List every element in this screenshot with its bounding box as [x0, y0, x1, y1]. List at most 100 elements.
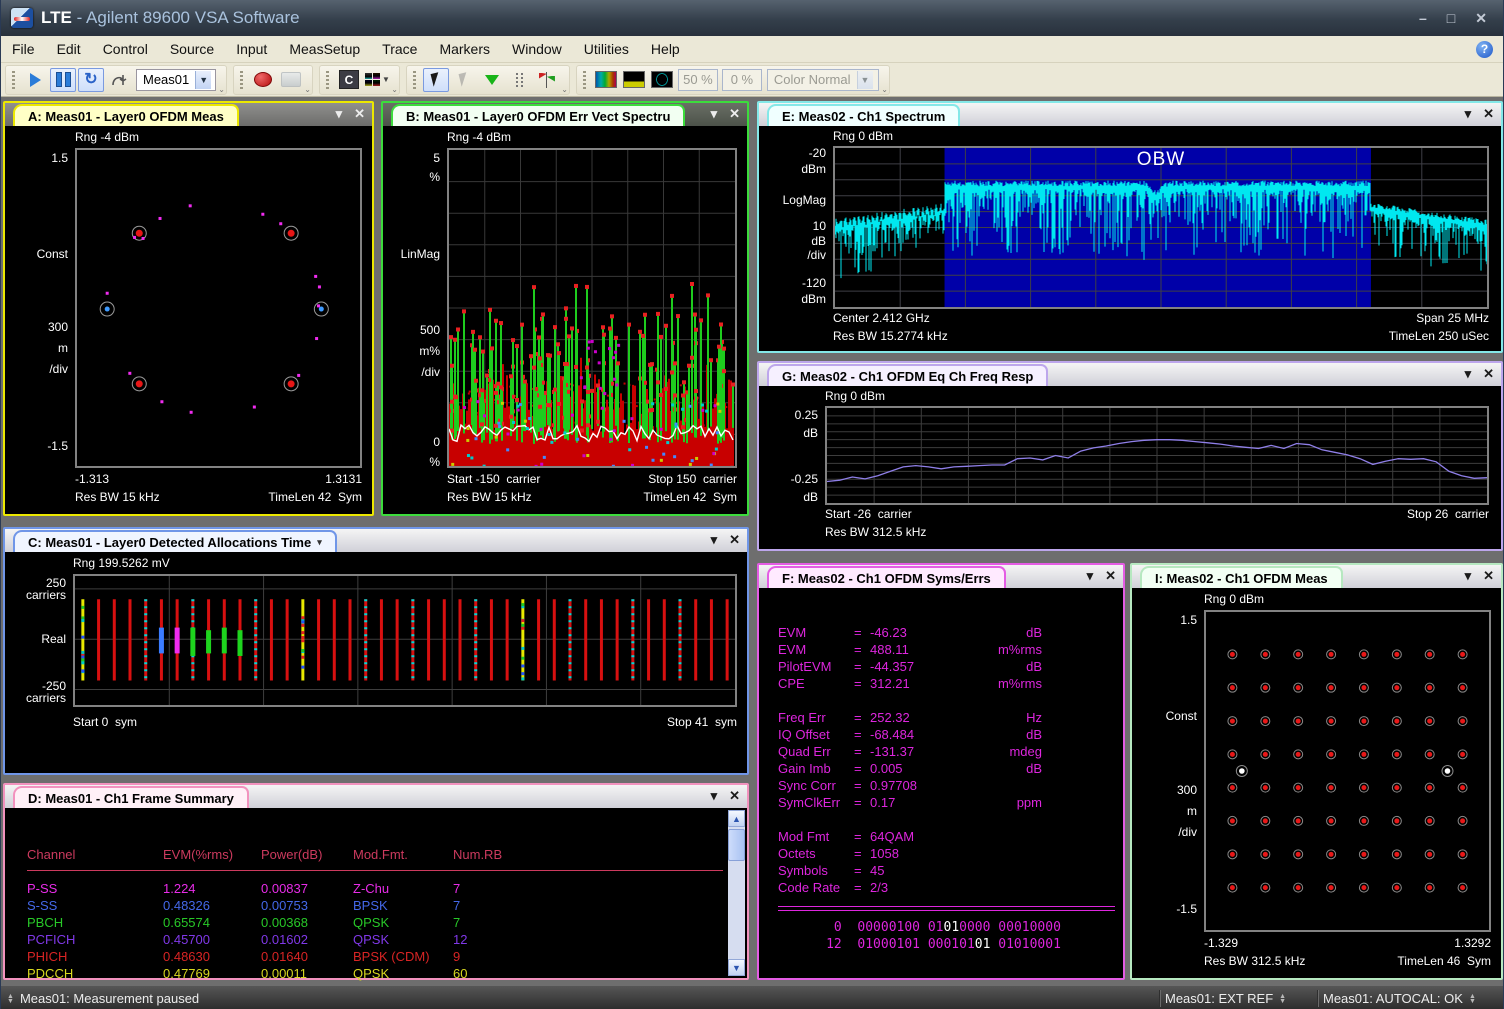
- zoom-percent-field[interactable]: 50 %: [678, 69, 718, 91]
- menu-item-utilities[interactable]: Utilities: [573, 38, 640, 60]
- marker-button[interactable]: [479, 68, 505, 92]
- group-overflow-icon[interactable]: ⌄: [391, 85, 398, 94]
- menu-item-input[interactable]: Input: [225, 38, 278, 60]
- panel-close-icon[interactable]: ✕: [729, 788, 740, 804]
- group-grip-icon[interactable]: [326, 71, 329, 89]
- marker-to-peak-button[interactable]: [451, 68, 477, 92]
- status-spinner-icon[interactable]: ▲▼: [1469, 994, 1476, 1004]
- readout-unit: dB: [980, 761, 1042, 776]
- spectrum-display-button[interactable]: [621, 68, 647, 92]
- color-mode-select[interactable]: Color Normal ▼: [767, 69, 879, 91]
- panel-a-tab[interactable]: A: Meas01 - Layer0 OFDM Meas: [13, 104, 239, 126]
- group-overflow-icon[interactable]: ⌄: [881, 85, 888, 94]
- measurement-select[interactable]: Meas01 ▼: [136, 69, 216, 91]
- table-row[interactable]: PBCH0.655740.00368QPSK7: [27, 914, 723, 931]
- y-axis-labels: 1.5Const300m/div-1.5: [1132, 610, 1204, 932]
- table-cell: 7: [453, 898, 723, 913]
- y-axis-labels: 1.5Const300m/div-1.5: [5, 148, 75, 468]
- panel-close-icon[interactable]: ✕: [729, 532, 740, 548]
- panel-menu-icon[interactable]: ▾: [711, 788, 718, 804]
- panel-close-icon[interactable]: ✕: [1483, 106, 1494, 122]
- panel-menu-icon[interactable]: ▾: [711, 532, 718, 548]
- app-icon: [11, 8, 33, 28]
- constellation-plot-i[interactable]: [1204, 610, 1491, 932]
- record-button[interactable]: [250, 68, 276, 92]
- pointer-button[interactable]: [423, 68, 449, 92]
- display-capture-button[interactable]: [278, 68, 304, 92]
- trace-layout-icon: [365, 73, 380, 86]
- panel-close-icon[interactable]: ✕: [1105, 568, 1116, 584]
- allocations-plot[interactable]: [73, 574, 737, 707]
- plot-footer: Start 0 symStop 41 sym: [73, 715, 737, 733]
- menu-item-markers[interactable]: Markers: [428, 38, 501, 60]
- group-overflow-icon[interactable]: ⌄: [561, 85, 568, 94]
- group-grip-icon[interactable]: [12, 71, 15, 89]
- coupled-marker-button[interactable]: [535, 68, 561, 92]
- panel-menu-icon[interactable]: ▾: [1087, 568, 1094, 584]
- panel-close-icon[interactable]: ✕: [729, 106, 740, 122]
- menu-item-file[interactable]: File: [1, 38, 46, 60]
- maximize-icon[interactable]: □: [1447, 11, 1455, 25]
- group-grip-icon[interactable]: [240, 71, 243, 89]
- correction-button[interactable]: C: [336, 68, 362, 92]
- panel-menu-icon[interactable]: ▾: [1465, 366, 1472, 382]
- status-spinner-icon[interactable]: ▲▼: [1279, 994, 1286, 1004]
- menu-item-help[interactable]: Help: [640, 38, 691, 60]
- eye-diagram-button[interactable]: [649, 68, 675, 92]
- panel-close-icon[interactable]: ✕: [1483, 366, 1494, 382]
- divider: [778, 906, 1115, 911]
- panel-d-tab[interactable]: D: Meas01 - Ch1 Frame Summary: [13, 786, 249, 808]
- table-row[interactable]: PDCCH0.477690.00011QPSK60: [27, 965, 723, 982]
- close-icon[interactable]: ✕: [1475, 11, 1487, 25]
- panel-b-tab[interactable]: B: Meas01 - Layer0 OFDM Err Vect Spectru: [391, 104, 685, 126]
- panel-c-tab[interactable]: C: Meas01 - Layer0 Detected Allocations …: [13, 530, 337, 552]
- table-row[interactable]: PCFICH0.457000.01602QPSK12: [27, 931, 723, 948]
- plot-footer: -1.3131.3131 Res BW 15 kHzTimeLen 42 Sym: [75, 472, 362, 510]
- panel-g-tab[interactable]: G: Meas02 - Ch1 OFDM Eq Ch Freq Resp: [767, 364, 1048, 386]
- single-sweep-button[interactable]: [106, 68, 132, 92]
- group-overflow-icon[interactable]: ⌄: [218, 85, 225, 94]
- panel-menu-icon[interactable]: ▾: [1465, 106, 1472, 122]
- band-marker-button[interactable]: [507, 68, 533, 92]
- table-row[interactable]: S-SS0.483260.00753BPSK7: [27, 897, 723, 914]
- scroll-thumb[interactable]: [728, 829, 745, 861]
- tab-dropdown-icon[interactable]: ▾: [317, 537, 322, 548]
- panel-menu-icon[interactable]: ▾: [711, 106, 718, 122]
- restart-button[interactable]: ↻: [78, 68, 104, 92]
- help-icon[interactable]: ?: [1476, 41, 1493, 58]
- error-vector-spectrum-plot[interactable]: [447, 148, 737, 468]
- constellation-plot-a[interactable]: [75, 148, 362, 468]
- menu-item-control[interactable]: Control: [92, 38, 159, 60]
- table-row[interactable]: PHICH0.486300.01640BPSK (CDM)9: [27, 948, 723, 965]
- pause-button[interactable]: [50, 68, 76, 92]
- panel-i-tab[interactable]: I: Meas02 - Ch1 OFDM Meas: [1140, 566, 1343, 588]
- group-overflow-icon[interactable]: ⌄: [304, 85, 311, 94]
- panel-menu-icon[interactable]: ▾: [336, 106, 343, 122]
- spectrogram-button[interactable]: [593, 68, 619, 92]
- trace-layout-button[interactable]: ▼: [364, 68, 391, 92]
- scroll-up-icon[interactable]: ▲: [728, 810, 745, 827]
- group-grip-icon[interactable]: [413, 71, 416, 89]
- menu-item-window[interactable]: Window: [501, 38, 573, 60]
- menu-item-meassetup[interactable]: MeasSetup: [278, 38, 371, 60]
- freq-resp-plot[interactable]: [825, 406, 1489, 505]
- readout-unit: m%rms: [980, 676, 1042, 691]
- status-spinner-icon[interactable]: ▲▼: [7, 994, 14, 1004]
- panel-menu-icon[interactable]: ▾: [1465, 568, 1472, 584]
- play-button[interactable]: [22, 68, 48, 92]
- menu-item-edit[interactable]: Edit: [46, 38, 92, 60]
- panel-f-tab[interactable]: F: Meas02 - Ch1 OFDM Syms/Errs: [767, 566, 1006, 588]
- span-label: Span 25 MHz: [1416, 311, 1489, 329]
- menu-item-trace[interactable]: Trace: [371, 38, 428, 60]
- readout-row: Octets=1058: [778, 845, 1123, 862]
- spectrum-plot[interactable]: OBW: [833, 146, 1489, 309]
- scroll-down-icon[interactable]: ▼: [728, 959, 745, 976]
- panel-e-tab[interactable]: E: Meas02 - Ch1 Spectrum: [767, 104, 960, 126]
- group-grip-icon[interactable]: [583, 71, 586, 89]
- panel-close-icon[interactable]: ✕: [1483, 568, 1494, 584]
- minimize-icon[interactable]: –: [1419, 11, 1427, 25]
- menu-item-source[interactable]: Source: [159, 38, 225, 60]
- panel-close-icon[interactable]: ✕: [354, 106, 365, 122]
- table-row[interactable]: P-SS1.2240.00837Z-Chu7: [27, 880, 723, 897]
- offset-percent-field[interactable]: 0 %: [722, 69, 762, 91]
